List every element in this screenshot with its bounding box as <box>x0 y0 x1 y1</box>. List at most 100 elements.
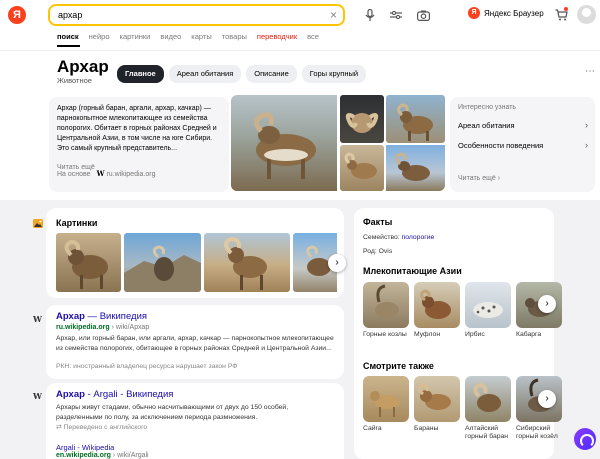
search-result-1: Архар — Википедия ru.wikipedia.org › wik… <box>46 305 344 379</box>
images-title[interactable]: Картинки <box>56 218 97 228</box>
image-result-3[interactable] <box>204 233 290 292</box>
result-1-snippet: Архар, или горный баран, или аргали, арх… <box>56 335 334 352</box>
result-2-title-rest: - Argali - Википедия <box>84 389 174 400</box>
active-tab-indicator <box>57 45 80 47</box>
image-result-1[interactable] <box>56 233 121 292</box>
family-row: Семейство: полорогие <box>363 234 434 241</box>
result-2-sub-url-path: › wiki/Argali <box>110 452 149 459</box>
result-1-url-domain: ru.wikipedia.org <box>56 324 110 331</box>
result-1-url-path: › wiki/Архар <box>109 324 150 331</box>
mammal-ibex[interactable]: Горные козлы <box>363 282 409 339</box>
tab-search[interactable]: поиск <box>57 32 79 41</box>
gallery-photo-5[interactable] <box>386 145 445 191</box>
interesting-facts-card: Интересно узнать Ареал обитания › Особенн… <box>450 97 595 192</box>
result-2-title[interactable]: Архар - Argali - Википедия <box>56 389 173 400</box>
mammal-mouflon[interactable]: Муфлон <box>414 282 460 339</box>
search-bar[interactable]: архар × <box>48 4 345 26</box>
genus-value: Ovis <box>378 248 393 255</box>
mammal-snow-leopard[interactable]: Ирбис <box>465 282 511 339</box>
result-1-notice: РКН: иностранный владелец ресурса наруша… <box>56 363 238 370</box>
see-also-altai-argali-label: Алтайский горный баран <box>465 425 509 440</box>
result-1-title[interactable]: Архар — Википедия <box>56 311 147 322</box>
yandex-logo[interactable]: Я <box>8 6 26 24</box>
chevron-right-icon: › <box>585 120 588 130</box>
fact-habitat-link[interactable]: Ареал обитания › <box>458 120 588 130</box>
gallery-photo-3[interactable] <box>386 95 445 143</box>
search-input[interactable]: архар <box>58 10 82 20</box>
wikipedia-icon: W <box>96 169 105 178</box>
facts-heading: Интересно узнать <box>458 104 517 111</box>
tab-maps[interactable]: карты <box>191 32 211 41</box>
cart-badge <box>564 7 568 11</box>
fact-habitat-label: Ареал обитания <box>458 121 515 130</box>
tab-images[interactable]: картинки <box>120 32 151 41</box>
tab-translator[interactable]: переводчик <box>257 32 297 41</box>
mammal-ibex-label: Горные козлы <box>363 331 407 338</box>
chip-largest[interactable]: Горы крупный <box>301 65 367 83</box>
description-card: Архар (горный баран, аргали, архар, качк… <box>49 97 229 192</box>
see-also-sheep-image <box>414 376 460 422</box>
wikipedia-icon: W <box>33 391 42 401</box>
see-also-altai-argali-image <box>465 376 511 422</box>
family-label: Семейство: <box>363 234 400 241</box>
result-2-translated: ⇄ Переведено с английского <box>56 423 147 431</box>
filters-icon[interactable] <box>389 8 403 22</box>
chip-main[interactable]: Главное <box>117 65 164 83</box>
user-avatar[interactable] <box>577 5 596 24</box>
family-link[interactable]: полорогие <box>402 234 435 241</box>
mammal-musk-deer[interactable]: Кабарга <box>516 282 562 339</box>
result-2-sub-url[interactable]: en.wikipedia.org › wiki/Argali <box>56 452 149 459</box>
see-also-sheep[interactable]: Бараны <box>414 376 460 441</box>
mammals-next-button[interactable]: › <box>538 295 556 313</box>
result-2-sub-url-domain: en.wikipedia.org <box>56 452 111 459</box>
clear-icon[interactable]: × <box>330 8 337 22</box>
see-also-saiga-label: Сайга <box>363 425 382 432</box>
mammal-mouflon-label: Муфлон <box>414 331 441 338</box>
facts-title: Факты <box>363 217 393 227</box>
result-2-sub-title[interactable]: Argali - Wikipedia <box>56 443 114 452</box>
result-1-title-bold: Архар <box>56 311 85 322</box>
microphone-icon[interactable] <box>363 8 377 22</box>
gallery-photo-main[interactable] <box>231 95 337 191</box>
cart-icon[interactable] <box>554 7 568 22</box>
facts-read-more[interactable]: Читать ещё › <box>458 175 500 182</box>
alice-assistant-icon[interactable] <box>574 428 596 450</box>
result-2-title-bold: Архар <box>56 389 85 400</box>
mammal-snow-leopard-label: Ирбис <box>465 331 485 338</box>
tab-all[interactable]: все <box>307 32 319 41</box>
see-also-altai-argali[interactable]: Алтайский горный баран <box>465 376 511 441</box>
entity-chips: Главное Ареал обитания Описание Горы кру… <box>117 65 367 83</box>
see-also-saiga-image <box>363 376 409 422</box>
description-source[interactable]: На основе Wru.wikipedia.org <box>57 169 155 178</box>
gallery-photo-2[interactable] <box>340 95 384 143</box>
chip-habitat[interactable]: Ареал обитания <box>168 65 242 83</box>
chip-description[interactable]: Описание <box>246 65 297 83</box>
tab-neuro[interactable]: нейро <box>89 32 110 41</box>
see-also-row: Сайга Бараны Алтайский горный баран Сиби… <box>363 376 562 441</box>
mammal-ibex-image <box>363 282 409 328</box>
gallery-photo-4[interactable] <box>340 145 384 191</box>
more-dots-icon[interactable]: ⋯ <box>585 66 595 77</box>
result-1-title-rest: — Википедия <box>84 311 148 322</box>
see-also-next-button[interactable]: › <box>538 390 556 408</box>
translate-icon: ⇄ <box>56 424 64 431</box>
camera-search-icon[interactable] <box>416 8 430 22</box>
mammal-snow-leopard-image <box>465 282 511 328</box>
see-also-saiga[interactable]: Сайга <box>363 376 409 441</box>
image-result-2[interactable] <box>124 233 201 292</box>
mammals-title[interactable]: Млекопитающие Азии <box>363 266 462 276</box>
see-also-title: Смотрите также <box>363 361 434 371</box>
mammal-musk-deer-label: Кабарга <box>516 331 542 338</box>
tab-video[interactable]: видео <box>160 32 181 41</box>
see-also-sheep-label: Бараны <box>414 425 439 432</box>
tab-goods[interactable]: товары <box>222 32 247 41</box>
yandex-browser-button[interactable]: Я Яндекс Браузер <box>468 7 544 19</box>
see-also-siberian-ibex-label: Сибирский горный козёл <box>516 425 558 440</box>
fact-behavior-link[interactable]: Особенности поведения › <box>458 140 588 150</box>
entity-subtitle: Животное <box>57 76 92 85</box>
result-1-url[interactable]: ru.wikipedia.org › wiki/Архар <box>56 324 149 331</box>
yandex-browser-icon: Я <box>468 7 480 19</box>
facts-read-more-label: Читать ещё <box>458 175 496 182</box>
see-also-siberian-ibex[interactable]: Сибирский горный козёл <box>516 376 562 441</box>
images-next-button[interactable]: › <box>328 254 346 272</box>
